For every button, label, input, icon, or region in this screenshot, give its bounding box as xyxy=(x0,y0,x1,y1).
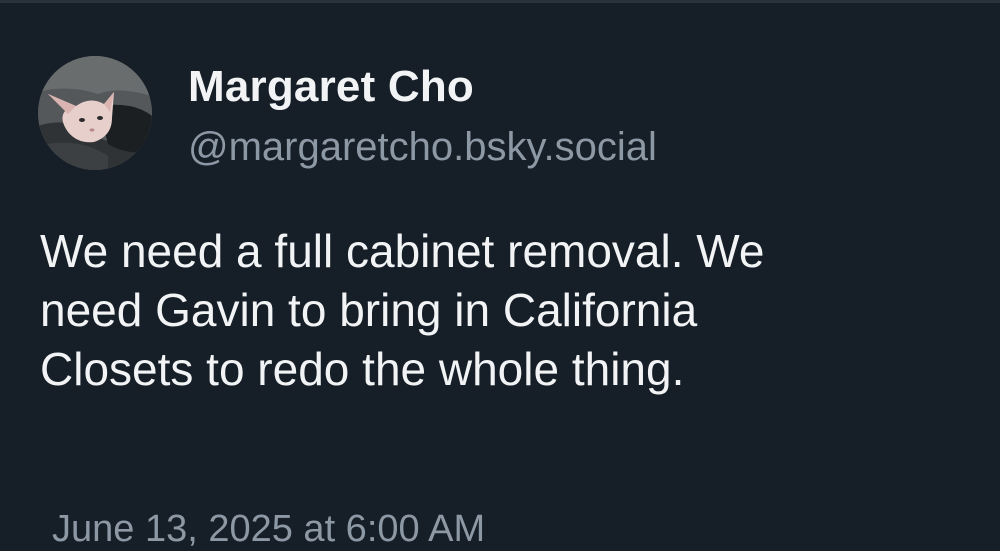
post-text-line: Closets to redo the whole thing. xyxy=(40,343,685,395)
post-text-line: We need a full cabinet removal. We xyxy=(40,225,765,277)
author-display-name[interactable]: Margaret Cho xyxy=(188,62,474,112)
post-text-line: need Gavin to bring in California xyxy=(40,284,698,336)
post-timestamp[interactable]: June 13, 2025 at 6:00 AM xyxy=(52,508,485,551)
avatar-photo-icon xyxy=(38,56,152,170)
author-handle[interactable]: @margaretcho.bsky.social xyxy=(188,125,657,170)
avatar[interactable] xyxy=(38,56,152,170)
post-card: Margaret Cho @margaretcho.bsky.social We… xyxy=(0,0,1000,550)
post-text: We need a full cabinet removal. We need … xyxy=(40,222,980,399)
